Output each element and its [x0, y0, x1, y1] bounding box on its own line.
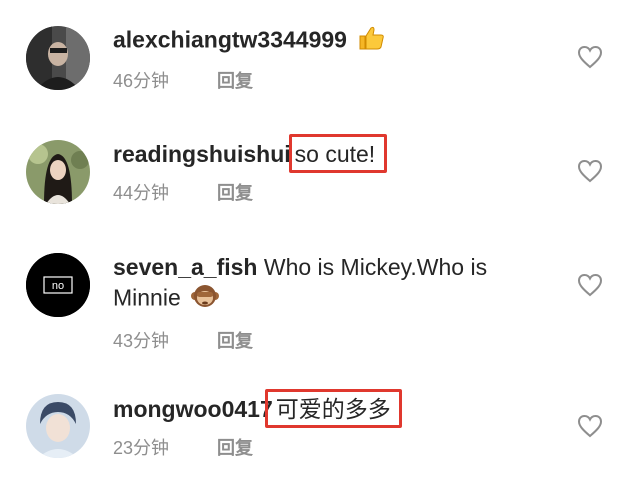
avatar-label: no	[52, 280, 64, 292]
comment-text: 可爱的多多	[264, 389, 402, 428]
reply-button[interactable]: 回复	[217, 331, 253, 351]
comment-text-continued: Minnie	[113, 284, 181, 311]
thumbs-up-emoji	[357, 24, 385, 59]
like-heart-icon[interactable]	[577, 414, 603, 438]
comment-username[interactable]: seven_a_fish	[113, 254, 257, 280]
avatar-photo	[26, 26, 90, 90]
like-heart-icon[interactable]	[577, 45, 603, 69]
avatar-photo	[26, 394, 90, 458]
reply-button[interactable]: 回复	[217, 71, 253, 91]
like-heart-icon[interactable]	[577, 273, 603, 297]
avatar[interactable]	[26, 394, 90, 458]
comment-time: 23分钟	[113, 438, 170, 458]
comment-username[interactable]: mongwoo0417	[113, 396, 273, 422]
avatar-photo	[26, 140, 90, 204]
avatar-logo: no	[26, 253, 90, 317]
comment-text: Who is Mickey.Who is	[263, 254, 488, 280]
comment-username[interactable]: alexchiangtw3344999	[113, 27, 347, 53]
avatar[interactable]	[26, 26, 90, 90]
monkey-emoji	[191, 282, 220, 317]
comment-time: 44分钟	[113, 183, 170, 203]
avatar[interactable]: no	[26, 253, 90, 317]
avatar[interactable]	[26, 140, 90, 204]
comment-text: so cute!	[288, 134, 388, 173]
comment-time: 46分钟	[113, 71, 170, 91]
like-heart-icon[interactable]	[577, 159, 603, 183]
comment-time: 43分钟	[113, 331, 170, 351]
reply-button[interactable]: 回复	[217, 183, 253, 203]
comment-username[interactable]: readingshuishui	[113, 141, 291, 167]
reply-button[interactable]: 回复	[217, 438, 253, 458]
